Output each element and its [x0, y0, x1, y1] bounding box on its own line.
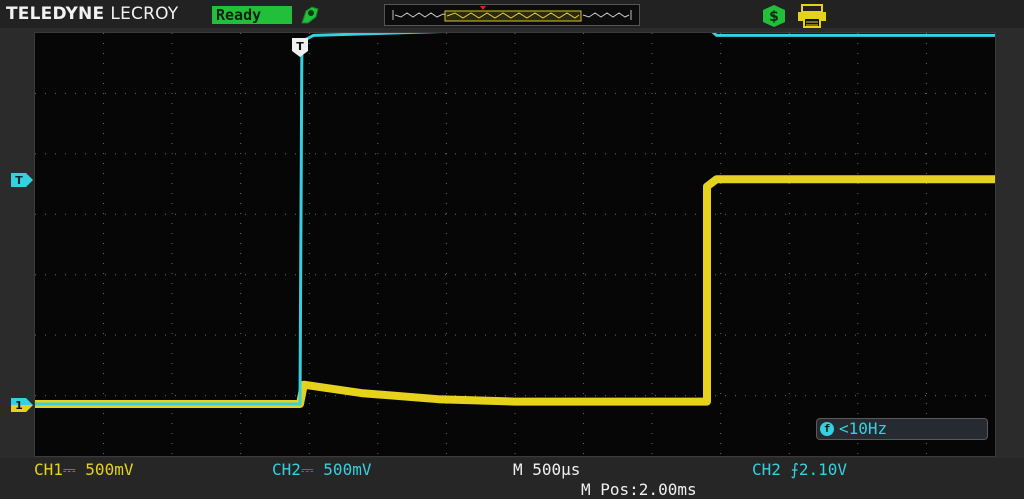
- svg-text:$: $: [769, 9, 779, 25]
- frequency-value: <10Hz: [839, 419, 888, 438]
- brand-part2: LECROY: [110, 4, 179, 24]
- timebase[interactable]: M 500μs: [513, 460, 580, 479]
- trigger-level-marker[interactable]: T: [10, 172, 34, 188]
- trace-ch1: [35, 175, 995, 408]
- trigger-top-label: T: [296, 40, 304, 53]
- ch1-scale[interactable]: CH1⎓ 500mV: [34, 460, 133, 480]
- ground-marker[interactable]: 1: [10, 397, 34, 413]
- trigger-level-label: T: [15, 174, 23, 187]
- status-badge: Ready: [212, 6, 292, 24]
- ready-hand-icon: [301, 6, 319, 24]
- settings-dollar-icon[interactable]: $: [760, 4, 788, 28]
- trigger-position-marker[interactable]: T: [290, 36, 310, 60]
- horizontal-position[interactable]: M Pos:2.00ms: [581, 480, 697, 499]
- waveform-display: [34, 32, 996, 457]
- waveform-plot: [35, 33, 995, 456]
- frequency-icon: f: [820, 422, 834, 436]
- printer-icon[interactable]: [795, 3, 829, 29]
- ground-label: 1: [15, 399, 23, 412]
- status-footer: CH1⎓ 500mV CH2⎓ 500mV M 500μs CH2 ⨍2.10V…: [0, 458, 1024, 499]
- trace-ch2: [35, 33, 995, 406]
- trigger-setting[interactable]: CH2 ⨍2.10V: [752, 460, 847, 479]
- waveform-overview[interactable]: [384, 4, 640, 26]
- brand-logo: TELEDYNE LECROY: [6, 4, 178, 26]
- frequency-counter: f <10Hz: [816, 418, 988, 440]
- ch2-scale[interactable]: CH2⎓ 500mV: [272, 460, 371, 480]
- top-bar: TELEDYNE LECROY Ready $: [0, 0, 1024, 28]
- brand-part1: TELEDYNE: [6, 4, 105, 24]
